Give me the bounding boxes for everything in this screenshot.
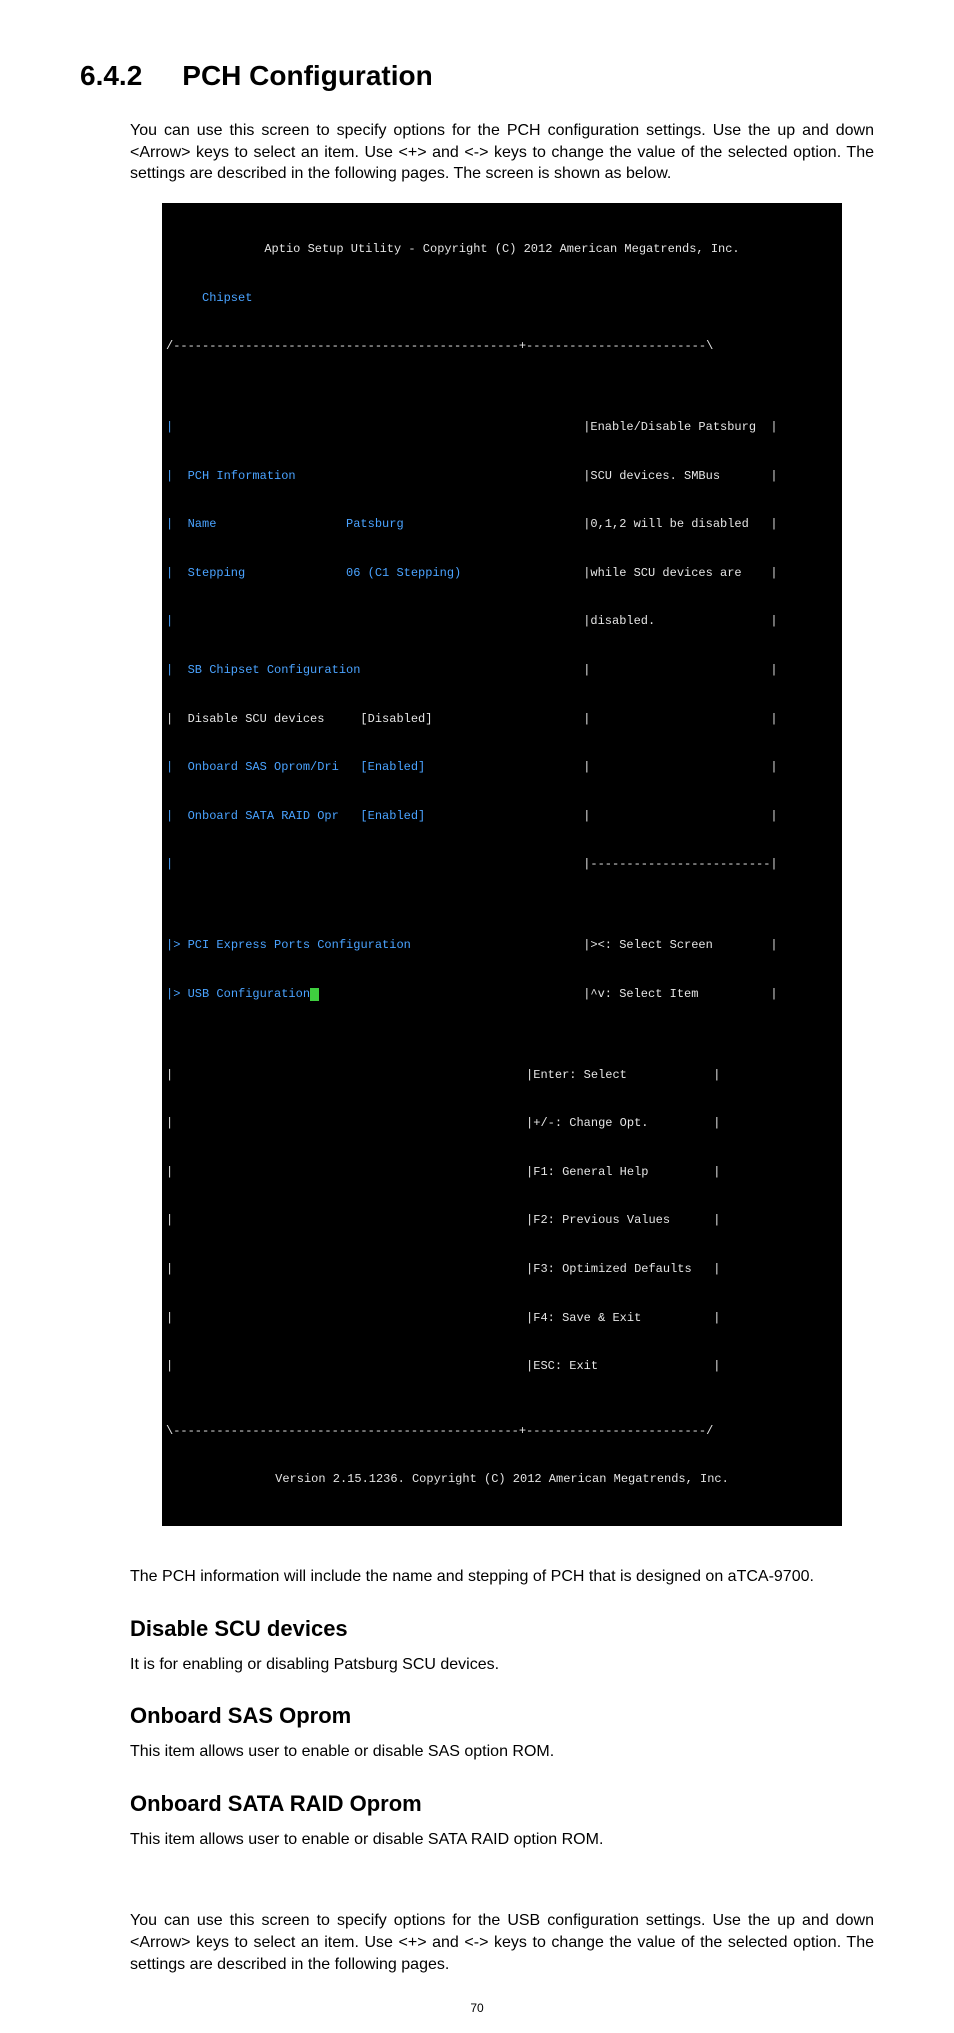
menu-pad — [411, 938, 512, 952]
bios-right: | | — [576, 711, 838, 727]
bios-row: | |Enable/Disable Patsburg | — [166, 419, 838, 435]
bios-right: |0,1,2 will be disabled | — [576, 516, 838, 532]
subheading-disable-scu: Disable SCU devices — [130, 1616, 874, 1642]
bios-row: | Disable SCU devices [Disabled] | | — [166, 711, 838, 727]
bios-menu-row[interactable]: |> PCI Express Ports Configuration |><: … — [166, 937, 838, 953]
bios-screenshot: Aptio Setup Utility - Copyright (C) 2012… — [162, 203, 842, 1526]
bios-left: | Stepping 06 (C1 Stepping) — [166, 565, 576, 581]
bios-row: | Onboard SATA RAID Opr [Enabled] | | — [166, 808, 838, 824]
sub2-body: This item allows user to enable or disab… — [130, 1741, 874, 1763]
bios-top-border: /---------------------------------------… — [166, 338, 838, 354]
menu-prefix: |> — [166, 987, 188, 1001]
bios-right: | | — [576, 759, 838, 775]
bios-right: |while SCU devices are | — [576, 565, 838, 581]
bios-right: |-------------------------| — [576, 856, 838, 872]
bios-row: | Name Patsburg |0,1,2 will be disabled … — [166, 516, 838, 532]
bios-menu-right: |^v: Select Item | — [576, 986, 838, 1002]
document-page: 6.4.2 PCH Configuration You can use this… — [0, 0, 954, 2033]
bios-left: | SB Chipset Configuration — [166, 662, 576, 678]
bios-menu-right: |><: Select Screen | — [576, 937, 838, 953]
menu-label: USB Configuration — [188, 987, 310, 1001]
menu-pad — [319, 987, 513, 1001]
bios-left: | — [166, 613, 576, 629]
bios-nav-row: | |Enter: Select | — [166, 1067, 838, 1083]
bios-bottom-border: \---------------------------------------… — [166, 1423, 838, 1439]
bios-row: | |-------------------------| — [166, 856, 838, 872]
bios-right: | | — [576, 662, 838, 678]
sub3-body: This item allows user to enable or disab… — [130, 1829, 874, 1851]
content-column: You can use this screen to specify optio… — [130, 120, 874, 1975]
subheading-onboard-sas: Onboard SAS Oprom — [130, 1703, 874, 1729]
bios-nav-row: | |F4: Save & Exit | — [166, 1310, 838, 1326]
bios-row: | PCH Information |SCU devices. SMBus | — [166, 468, 838, 484]
outro-paragraph: You can use this screen to specify optio… — [130, 1910, 874, 1975]
bios-left: | Onboard SAS Oprom/Dri [Enabled] — [166, 759, 576, 775]
intro-paragraph: You can use this screen to specify optio… — [130, 120, 874, 185]
menu-label: PCI Express Ports Configuration — [188, 938, 411, 952]
bios-nav-row: | |F3: Optimized Defaults | — [166, 1261, 838, 1277]
bios-menu-left: |> PCI Express Ports Configuration — [166, 937, 576, 953]
after-bios-paragraph: The PCH information will include the nam… — [130, 1566, 874, 1588]
bios-menu-left: |> USB Configuration — [166, 986, 576, 1002]
bios-right: |Enable/Disable Patsburg | — [576, 419, 838, 435]
bios-left: | Name Patsburg — [166, 516, 576, 532]
bios-right: |SCU devices. SMBus | — [576, 468, 838, 484]
bios-left: | — [166, 856, 576, 872]
bios-right: |disabled. | — [576, 613, 838, 629]
bios-left: | Onboard SATA RAID Opr [Enabled] — [166, 808, 576, 824]
bios-footer: Version 2.15.1236. Copyright (C) 2012 Am… — [166, 1471, 838, 1487]
bios-left: | PCH Information — [166, 468, 576, 484]
bios-row: | Stepping 06 (C1 Stepping) |while SCU d… — [166, 565, 838, 581]
bios-nav-row: | |F2: Previous Values | — [166, 1212, 838, 1228]
bios-header-line2: Chipset — [166, 290, 838, 306]
bios-header-line1: Aptio Setup Utility - Copyright (C) 2012… — [166, 241, 838, 257]
menu-prefix: |> — [166, 938, 188, 952]
section-number: 6.4.2 — [80, 60, 142, 92]
bios-right: | | — [576, 808, 838, 824]
bios-row: | Onboard SAS Oprom/Dri [Enabled] | | — [166, 759, 838, 775]
bios-left: | — [166, 419, 576, 435]
page-number: 70 — [0, 2001, 954, 2015]
bios-nav-row: | |+/-: Change Opt. | — [166, 1115, 838, 1131]
cursor-block-icon — [310, 988, 319, 1001]
bios-nav-row: | |ESC: Exit | — [166, 1358, 838, 1374]
sub1-body: It is for enabling or disabling Patsburg… — [130, 1654, 874, 1676]
bios-left: | Disable SCU devices [Disabled] — [166, 711, 576, 727]
section-heading-row: 6.4.2 PCH Configuration — [80, 60, 874, 92]
subheading-onboard-sata-raid: Onboard SATA RAID Oprom — [130, 1791, 874, 1817]
section-title: PCH Configuration — [182, 60, 432, 92]
bios-nav-row: | |F1: General Help | — [166, 1164, 838, 1180]
bios-menu-row[interactable]: |> USB Configuration |^v: Select Item | — [166, 986, 838, 1002]
bios-row: | |disabled. | — [166, 613, 838, 629]
bios-row: | SB Chipset Configuration | | — [166, 662, 838, 678]
